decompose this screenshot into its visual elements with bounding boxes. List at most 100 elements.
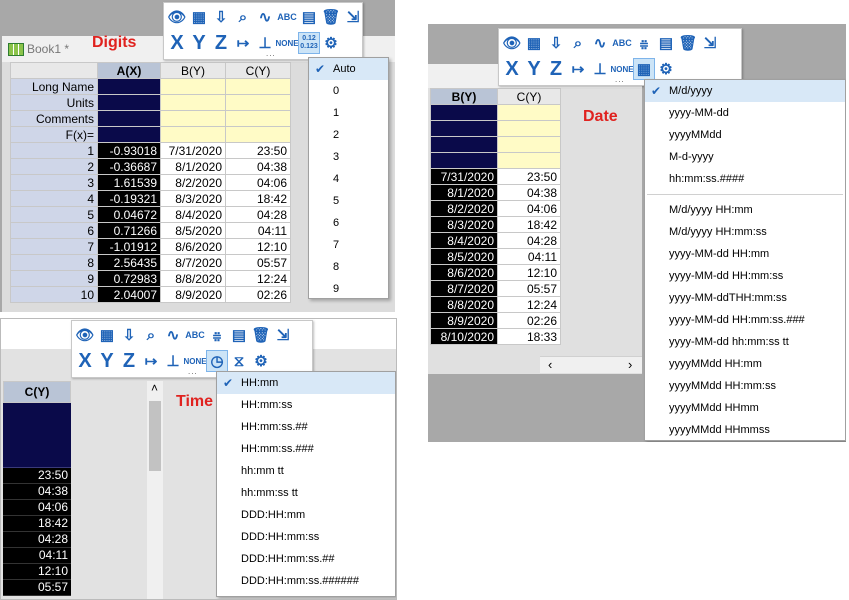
- menu-item[interactable]: DDD:HH:mm:ss: [217, 526, 395, 548]
- menu-item-8[interactable]: 8: [309, 256, 388, 278]
- cell[interactable]: 05:57: [225, 254, 291, 271]
- cell[interactable]: [225, 110, 291, 127]
- scrollbar-thumb[interactable]: [149, 401, 161, 471]
- cell[interactable]: 8/8/2020: [430, 296, 498, 313]
- cell[interactable]: [160, 94, 226, 111]
- menu-item[interactable]: yyyy-MM-dd HH:mm:ss: [645, 265, 845, 287]
- z-button[interactable]: Z: [210, 32, 232, 54]
- menu-item-5[interactable]: 5: [309, 190, 388, 212]
- cell[interactable]: 12:10: [497, 264, 561, 281]
- table-image-icon[interactable]: ▤: [228, 324, 250, 346]
- cell[interactable]: 1.61539: [97, 174, 161, 191]
- scroll-left-arrow[interactable]: ‹: [548, 357, 552, 372]
- cell[interactable]: [160, 110, 226, 127]
- export-icon[interactable]: ⇲: [699, 32, 721, 54]
- cell[interactable]: 05:57: [3, 580, 71, 596]
- menu-item[interactable]: M/d/yyyy HH:mm: [645, 199, 845, 221]
- abc-icon[interactable]: ABC: [276, 6, 298, 28]
- x-error-icon[interactable]: ↦: [567, 58, 589, 80]
- cell[interactable]: [497, 152, 561, 169]
- cell[interactable]: 04:06: [225, 174, 291, 191]
- scroll-right-arrow[interactable]: ›: [628, 357, 632, 372]
- cell[interactable]: 04:06: [497, 200, 561, 217]
- y-button[interactable]: Y: [523, 58, 545, 80]
- cell[interactable]: [430, 152, 498, 169]
- cell[interactable]: 8/7/2020: [160, 254, 226, 271]
- cell[interactable]: 8/7/2020: [430, 280, 498, 297]
- z-button[interactable]: Z: [545, 58, 567, 80]
- cell[interactable]: [497, 104, 561, 121]
- show-hide-icon[interactable]: 👁: [166, 6, 188, 28]
- cell[interactable]: 18:42: [225, 190, 291, 207]
- distribution-icon[interactable]: ⩷: [206, 324, 228, 346]
- row-number[interactable]: 10: [10, 286, 98, 303]
- row-number[interactable]: 7: [10, 238, 98, 255]
- cell[interactable]: 04:11: [497, 248, 561, 265]
- cell[interactable]: 18:33: [497, 328, 561, 345]
- z-button[interactable]: Z: [118, 350, 140, 372]
- export-icon[interactable]: ⇲: [342, 6, 364, 28]
- cell[interactable]: 18:42: [497, 216, 561, 233]
- cell[interactable]: -0.93018: [97, 142, 161, 159]
- cell[interactable]: [225, 126, 291, 143]
- cell[interactable]: 7/31/2020: [430, 168, 498, 185]
- signal-icon[interactable]: ∿: [254, 6, 276, 28]
- cell[interactable]: 04:28: [225, 206, 291, 223]
- menu-item-1[interactable]: 1: [309, 102, 388, 124]
- cell[interactable]: 02:26: [497, 312, 561, 329]
- cell[interactable]: 8/5/2020: [160, 222, 226, 239]
- cell[interactable]: [97, 126, 161, 143]
- row-number[interactable]: 1: [10, 142, 98, 159]
- menu-item[interactable]: yyyy-MM-dd HH:mm: [645, 243, 845, 265]
- find-icon[interactable]: ⌕: [140, 324, 162, 346]
- menu-item-9[interactable]: 9: [309, 278, 388, 300]
- time-calc-icon[interactable]: ⧖: [228, 350, 250, 372]
- vertical-scrollbar[interactable]: ˄: [147, 381, 163, 599]
- cell[interactable]: 8/1/2020: [160, 158, 226, 175]
- menu-item[interactable]: yyyy-MM-ddTHH:mm:ss: [645, 287, 845, 309]
- menu-item[interactable]: hh:mm:ss.####: [645, 168, 845, 190]
- cell[interactable]: [160, 78, 226, 95]
- cell[interactable]: 23:50: [225, 142, 291, 159]
- cell[interactable]: 8/4/2020: [160, 206, 226, 223]
- column-header-b[interactable]: B(Y): [430, 88, 498, 105]
- cell[interactable]: 0.04672: [97, 206, 161, 223]
- abc-icon[interactable]: ABC: [611, 32, 633, 54]
- cell[interactable]: 8/3/2020: [430, 216, 498, 233]
- row-number[interactable]: 9: [10, 270, 98, 287]
- settings-icon[interactable]: ⚙: [320, 32, 342, 54]
- cell[interactable]: 8/8/2020: [160, 270, 226, 287]
- menu-item[interactable]: DDD:HH:mm:ss.##: [217, 548, 395, 570]
- column-icon[interactable]: ▦: [523, 32, 545, 54]
- row-number[interactable]: 2: [10, 158, 98, 175]
- menu-item[interactable]: DDD:HH:mm: [217, 504, 395, 526]
- cell[interactable]: 02:26: [225, 286, 291, 303]
- cell[interactable]: 8/6/2020: [430, 264, 498, 281]
- menu-item[interactable]: yyyyMMdd HHmmss: [645, 419, 845, 441]
- cell[interactable]: [497, 120, 561, 137]
- digits-icon[interactable]: 0.12 0.123: [298, 32, 320, 54]
- cell[interactable]: 04:38: [225, 158, 291, 175]
- menu-item-2[interactable]: 2: [309, 124, 388, 146]
- meta-row-label[interactable]: Comments: [10, 110, 98, 127]
- column-header-c[interactable]: C(Y): [3, 381, 71, 403]
- cell[interactable]: [160, 126, 226, 143]
- menu-item[interactable]: M/d/yyyy HH:mm:ss: [645, 221, 845, 243]
- clear-icon[interactable]: 🗑: [677, 32, 699, 54]
- y-error-icon[interactable]: ⊥: [589, 58, 611, 80]
- y-button[interactable]: Y: [188, 32, 210, 54]
- corner-cell[interactable]: [10, 62, 98, 79]
- cell[interactable]: 04:06: [3, 500, 71, 516]
- toolbar-grip[interactable]: ...: [615, 75, 625, 84]
- settings-icon[interactable]: ⚙: [655, 58, 677, 80]
- cell[interactable]: 2.04007: [97, 286, 161, 303]
- cell[interactable]: 7/31/2020: [160, 142, 226, 159]
- cell[interactable]: [430, 136, 498, 153]
- menu-item[interactable]: yyyy-MM-dd hh:mm:ss tt: [645, 331, 845, 353]
- cell[interactable]: 8/3/2020: [160, 190, 226, 207]
- menu-item-3[interactable]: 3: [309, 146, 388, 168]
- menu-item[interactable]: ✔ M/d/yyyy: [645, 80, 845, 102]
- column-icon[interactable]: ▦: [188, 6, 210, 28]
- sort-icon[interactable]: ⇩: [210, 6, 232, 28]
- y-error-icon[interactable]: ⊥: [162, 350, 184, 372]
